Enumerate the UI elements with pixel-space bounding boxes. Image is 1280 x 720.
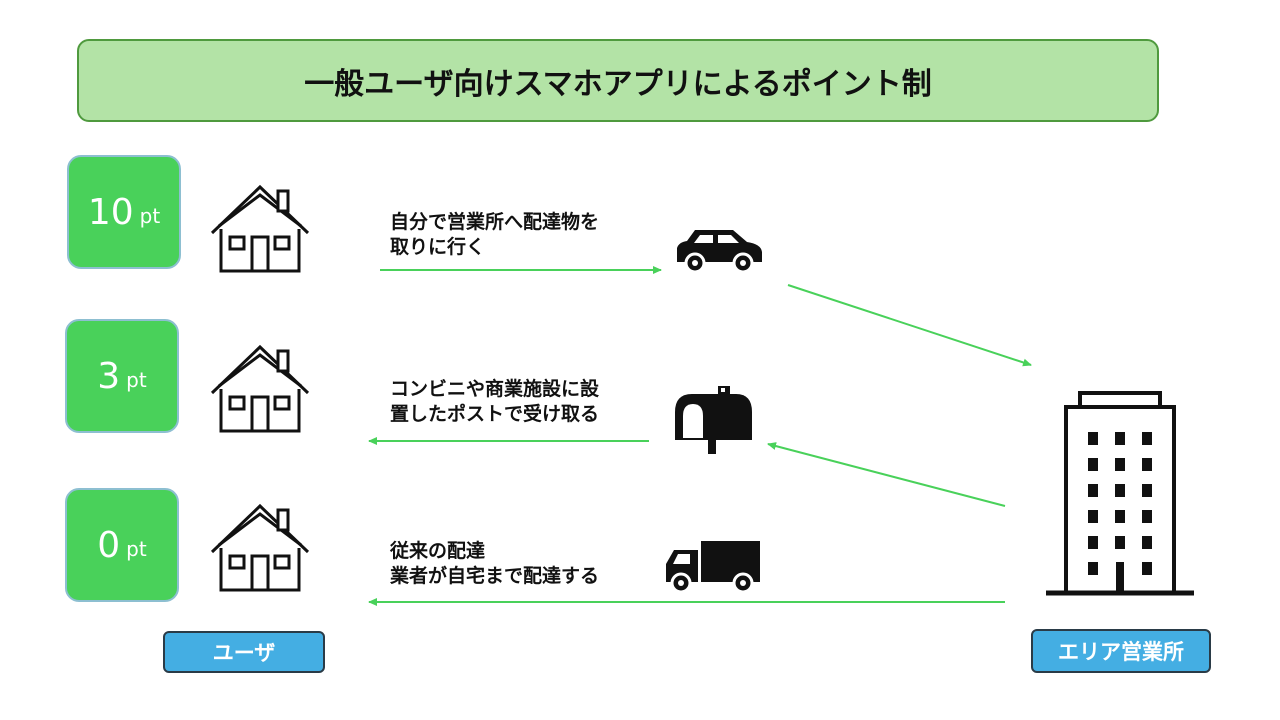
office-label: エリア営業所 xyxy=(1031,629,1211,673)
arrow-car-to-office xyxy=(787,284,1032,367)
arrow-office-to-mailbox xyxy=(767,442,1006,507)
user-label: ユーザ xyxy=(163,631,325,673)
arrows-layer xyxy=(368,266,1032,606)
